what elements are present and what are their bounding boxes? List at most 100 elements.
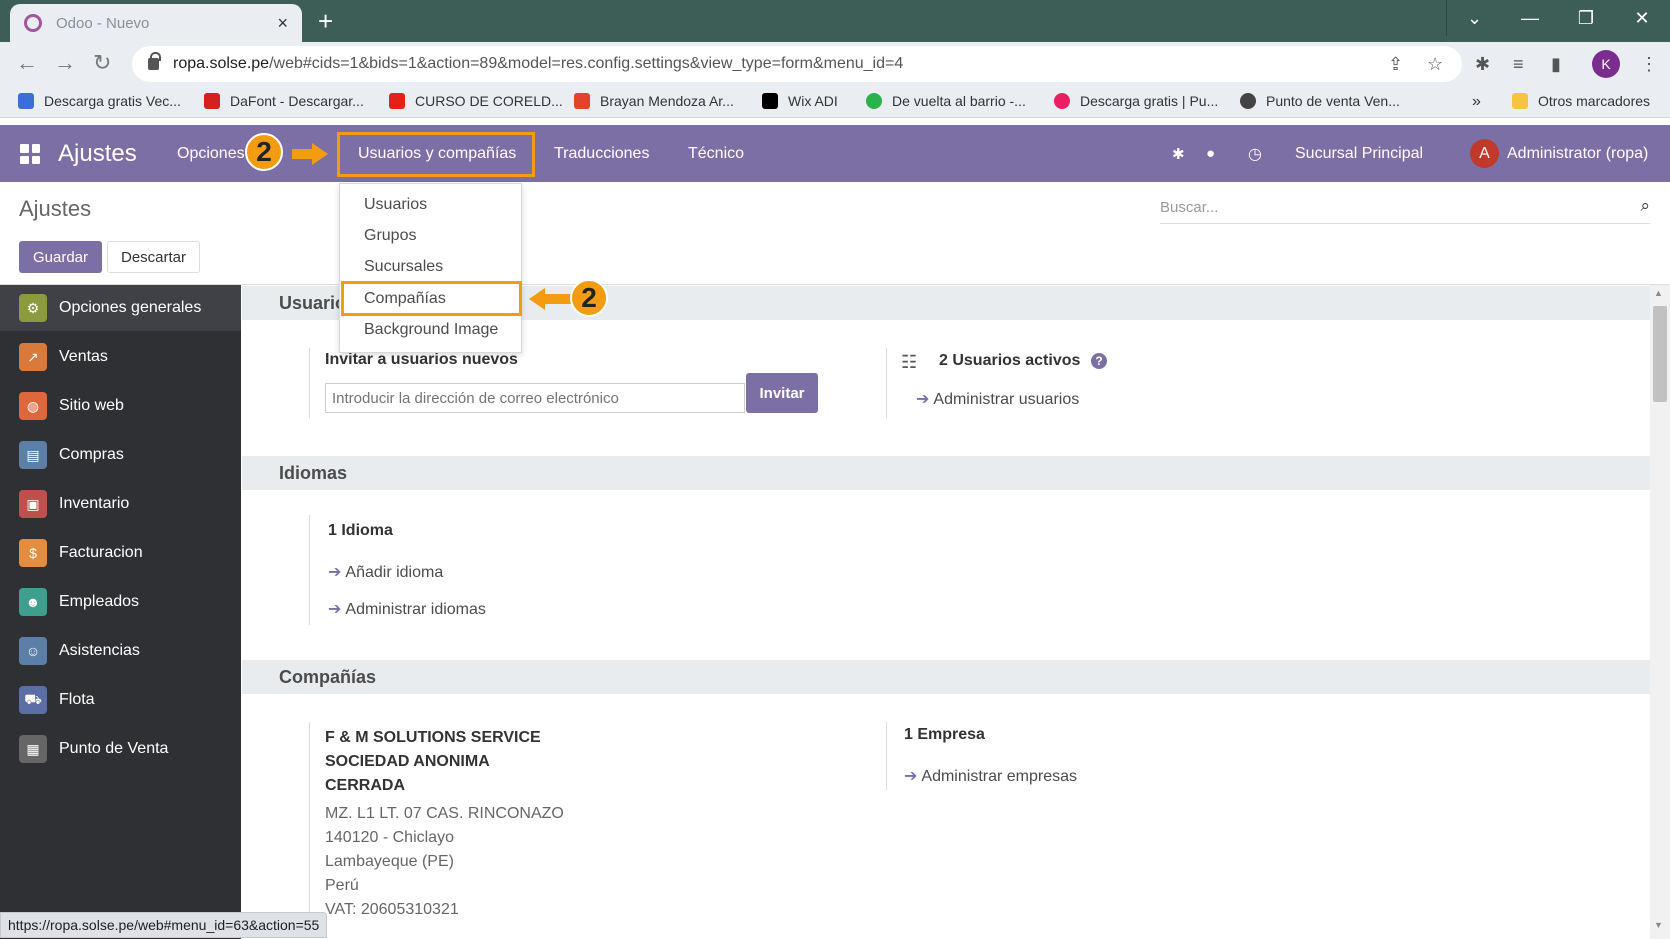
users-group-icon: ☷: [901, 352, 918, 372]
status-bar-url: https://ropa.solse.pe/web#menu_id=63&act…: [0, 912, 328, 938]
bookmark-favicon-icon: [574, 93, 590, 109]
lock-icon: [148, 52, 161, 70]
company-address: MZ. L1 LT. 07 CAS. RINCONAZO 140120 - Ch…: [325, 805, 564, 918]
user-menu[interactable]: Administrator (ropa): [1507, 125, 1648, 182]
minimize-icon[interactable]: —: [1502, 0, 1558, 36]
bookmark-item[interactable]: De vuelta al barrio -...: [866, 93, 1026, 109]
fleet-car-icon: ⛟: [19, 686, 47, 714]
bookmark-favicon-icon: [1054, 93, 1070, 109]
scrollbar-thumb[interactable]: [1653, 306, 1667, 402]
tab-title: Odoo - Nuevo: [56, 14, 150, 32]
sidebar-item-ventas[interactable]: ↗ Ventas: [0, 334, 241, 380]
save-button[interactable]: Guardar: [19, 241, 102, 273]
side-panel-icon[interactable]: ▮: [1551, 54, 1561, 75]
section-idiomas-header: Idiomas: [242, 456, 1650, 490]
tab-search-icon[interactable]: ⌄: [1446, 0, 1502, 36]
address-bar[interactable]: ropa.solse.pe/web#cids=1&bids=1&action=8…: [132, 46, 1462, 82]
bookmark-favicon-icon: [204, 93, 220, 109]
section-companias-header: Compañías: [242, 660, 1650, 694]
bookmark-item[interactable]: DaFont - Descargar...: [204, 93, 364, 109]
browser-title-bar: Odoo - Nuevo × + ⌄ — ❐ ✕: [0, 0, 1670, 42]
dropdown-item-grupos[interactable]: Grupos: [364, 227, 416, 245]
reload-icon[interactable]: ↻: [93, 50, 111, 76]
browser-tab[interactable]: Odoo - Nuevo ×: [10, 4, 302, 42]
sidebar-item-compras[interactable]: ▤ Compras: [0, 432, 241, 478]
sidebar-item-opciones-generales[interactable]: ⚙ Opciones generales: [0, 285, 241, 331]
activity-clock-icon[interactable]: ◷: [1248, 125, 1262, 182]
sidebar-item-inventario[interactable]: ▣ Inventario: [0, 481, 241, 527]
add-language-link[interactable]: ➔ Añadir idioma: [328, 562, 443, 582]
sidebar-item-sitio-web[interactable]: ◍ Sitio web: [0, 383, 241, 429]
share-icon[interactable]: ⇪: [1388, 54, 1403, 75]
profile-avatar[interactable]: K: [1592, 50, 1620, 78]
language-count: 1 Idioma: [328, 522, 393, 539]
menu-tecnico[interactable]: Técnico: [688, 125, 744, 182]
bookmark-item[interactable]: Punto de venta Ven...: [1240, 93, 1400, 109]
bookmark-item[interactable]: Descarga gratis Vec...: [18, 93, 181, 109]
scroll-down-icon[interactable]: ▼: [1654, 920, 1663, 930]
arrow-right-icon: ➔: [328, 564, 342, 581]
divider: [309, 515, 310, 625]
bookmark-star-icon[interactable]: ☆: [1427, 54, 1443, 75]
forward-icon[interactable]: →: [54, 50, 76, 76]
other-bookmarks[interactable]: Otros marcadores: [1512, 93, 1650, 109]
bookmarks-bar: Descarga gratis Vec... DaFont - Descarga…: [0, 86, 1670, 118]
back-icon[interactable]: ←: [16, 50, 38, 76]
arrow-right-icon: ➔: [904, 768, 918, 785]
odoo-favicon-icon: [24, 14, 42, 32]
scroll-up-icon[interactable]: ▲: [1654, 288, 1663, 298]
bookmark-item[interactable]: Descarga gratis | Pu...: [1054, 93, 1218, 109]
divider: [309, 348, 310, 418]
arrow-right-icon: ➔: [328, 601, 342, 618]
section-title: Idiomas: [279, 462, 348, 483]
apps-menu-icon[interactable]: [20, 144, 40, 164]
bookmark-item[interactable]: Brayan Mendoza Ar...: [574, 93, 734, 109]
menu-traducciones[interactable]: Traducciones: [554, 125, 649, 182]
search-icon[interactable]: ⌕: [1640, 196, 1650, 216]
help-icon[interactable]: ?: [1091, 353, 1107, 369]
bookmark-item[interactable]: CURSO DE CORELD...: [389, 93, 563, 109]
reading-list-icon[interactable]: ≡: [1513, 54, 1524, 75]
sales-chart-icon: ↗: [19, 343, 47, 371]
restore-icon[interactable]: ❐: [1558, 0, 1614, 36]
url-path: /web#cids=1&bids=1&action=89&model=res.c…: [269, 55, 904, 72]
branch-switcher[interactable]: Sucursal Principal: [1295, 125, 1423, 182]
search-input[interactable]: [1160, 194, 1600, 220]
bookmark-item[interactable]: Wix ADI: [762, 93, 838, 109]
invite-label: Invitar a usuarios nuevos: [325, 351, 518, 368]
chat-icon[interactable]: ●: [1206, 125, 1215, 182]
tab-close-icon[interactable]: ×: [277, 13, 288, 34]
user-avatar[interactable]: A: [1470, 139, 1499, 168]
manage-companies-link[interactable]: ➔ Administrar empresas: [904, 766, 1077, 786]
manage-languages-link[interactable]: ➔ Administrar idiomas: [328, 599, 486, 619]
menu-opciones[interactable]: Opciones: [177, 125, 245, 182]
dropdown-item-usuarios[interactable]: Usuarios: [364, 196, 427, 214]
attendance-icon: ☺: [19, 637, 47, 665]
invite-button[interactable]: Invitar: [746, 373, 818, 413]
dropdown-item-sucursales[interactable]: Sucursales: [364, 258, 443, 276]
arrow-right-icon: ➔: [916, 391, 930, 408]
divider: [309, 722, 310, 912]
sidebar-item-flota[interactable]: ⛟ Flota: [0, 677, 241, 723]
sidebar-item-empleados[interactable]: ☻ Empleados: [0, 579, 241, 625]
new-tab-button[interactable]: +: [318, 8, 333, 34]
window-close-icon[interactable]: ✕: [1614, 0, 1670, 36]
discard-button[interactable]: Descartar: [107, 241, 200, 273]
purchase-card-icon: ▤: [19, 441, 47, 469]
dropdown-item-background-image[interactable]: Background Image: [364, 321, 498, 339]
sidebar-item-facturacion[interactable]: $ Facturacion: [0, 530, 241, 576]
folder-icon: [1512, 93, 1528, 109]
browser-menu-icon[interactable]: ⋮: [1640, 54, 1658, 75]
divider: [886, 348, 887, 418]
bookmarks-overflow-icon[interactable]: »: [1472, 93, 1481, 111]
search-bar: ⌕: [1160, 194, 1650, 224]
extensions-icon[interactable]: ✱: [1475, 54, 1490, 75]
manage-users-link[interactable]: ➔ Administrar usuarios: [916, 389, 1079, 409]
dropdown-highlight-box: [341, 281, 522, 316]
sidebar-item-punto-de-venta[interactable]: ▦ Punto de Venta: [0, 726, 241, 772]
bug-icon[interactable]: ✱: [1172, 125, 1185, 182]
bookmark-favicon-icon: [389, 93, 405, 109]
app-title[interactable]: Ajustes: [58, 125, 137, 182]
sidebar-item-asistencias[interactable]: ☺ Asistencias: [0, 628, 241, 674]
email-input[interactable]: [325, 383, 745, 413]
